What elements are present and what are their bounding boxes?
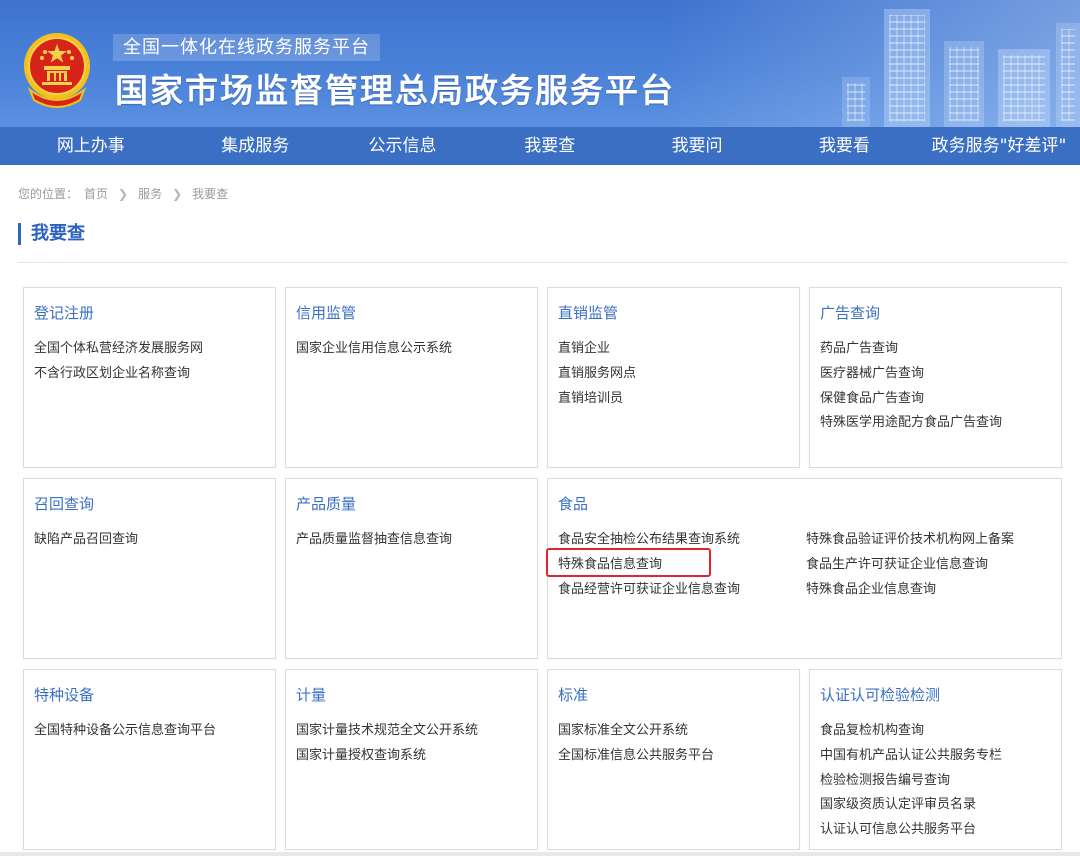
nav-item-online-service[interactable]: 网上办事	[0, 127, 182, 165]
card-link-list: 缺陷产品召回查询	[34, 528, 138, 553]
chevron-right-icon: ❯	[118, 186, 129, 201]
card-title[interactable]: 信用监管	[296, 302, 356, 323]
national-emblem-icon	[24, 33, 90, 108]
card-title[interactable]: 计量	[296, 684, 326, 705]
breadcrumb-current[interactable]: 我要查	[192, 185, 228, 202]
card-link[interactable]: 全国标准信息公共服务平台	[558, 744, 714, 769]
card-title[interactable]: 标准	[558, 684, 588, 705]
card-link-list: 全国特种设备公示信息查询平台	[34, 719, 216, 744]
site-title[interactable]: 国家市场监督管理总局政务服务平台	[115, 70, 675, 112]
building-graphic	[998, 49, 1050, 127]
card-credit-supervision: 信用监管 国家企业信用信息公示系统	[285, 287, 538, 468]
card-link-list: 全国个体私营经济发展服务网 不含行政区划企业名称查询	[34, 337, 203, 387]
card-link[interactable]: 不含行政区划企业名称查询	[34, 362, 203, 387]
card-link[interactable]: 国家计量技术规范全文公开系统	[296, 719, 478, 744]
breadcrumb: 您的位置： 首页 ❯ 服务 ❯ 我要查	[18, 185, 228, 202]
nav-item-ask[interactable]: 我要问	[623, 127, 770, 165]
card-link[interactable]: 特殊医学用途配方食品广告查询	[820, 411, 1002, 436]
main-nav: 网上办事 集成服务 公示信息 我要查 我要问 我要看 政务服务"好差评"	[0, 127, 1080, 165]
nav-item-evaluation[interactable]: 政务服务"好差评"	[918, 127, 1080, 165]
card-link[interactable]: 国家计量授权查询系统	[296, 744, 478, 769]
card-link-list: 国家企业信用信息公示系统	[296, 337, 452, 362]
card-title[interactable]: 认证认可检验检测	[820, 684, 940, 705]
breadcrumb-home-link[interactable]: 首页	[84, 185, 108, 202]
card-link[interactable]: 中国有机产品认证公共服务专栏	[820, 744, 1002, 769]
card-link[interactable]: 直销培训员	[558, 387, 636, 412]
card-link[interactable]: 全国个体私营经济发展服务网	[34, 337, 203, 362]
card-registration: 登记注册 全国个体私营经济发展服务网 不含行政区划企业名称查询	[23, 287, 276, 468]
building-graphic	[1056, 23, 1080, 127]
card-title[interactable]: 直销监管	[558, 302, 618, 323]
card-link[interactable]: 特殊食品验证评价技术机构网上备案	[806, 528, 1014, 553]
card-link[interactable]: 认证认可信息公共服务平台	[820, 818, 1002, 843]
building-graphic	[842, 77, 870, 127]
card-link[interactable]: 特殊食品企业信息查询	[806, 578, 1014, 603]
card-link-list: 国家标准全文公开系统 全国标准信息公共服务平台	[558, 719, 714, 769]
card-link[interactable]: 食品生产许可获证企业信息查询	[806, 553, 1014, 578]
building-graphic	[884, 9, 930, 127]
card-link[interactable]: 直销企业	[558, 337, 636, 362]
card-product-quality: 产品质量 产品质量监督抽查信息查询	[285, 478, 538, 659]
card-title[interactable]: 登记注册	[34, 302, 94, 323]
card-link[interactable]: 医疗器械广告查询	[820, 362, 1002, 387]
highlight-box	[546, 548, 711, 577]
card-link[interactable]: 药品广告查询	[820, 337, 1002, 362]
card-title[interactable]: 产品质量	[296, 493, 356, 514]
header-banner: 全国一体化在线政务服务平台 国家市场监督管理总局政务服务平台	[0, 0, 1080, 127]
nav-item-query[interactable]: 我要查	[476, 127, 623, 165]
building-graphic	[944, 41, 984, 127]
page-bottom-edge	[0, 852, 1080, 856]
card-link-list: 特殊食品验证评价技术机构网上备案 食品生产许可获证企业信息查询 特殊食品企业信息…	[806, 528, 1014, 602]
card-title[interactable]: 食品	[558, 493, 588, 514]
divider	[18, 262, 1068, 263]
card-link[interactable]: 全国特种设备公示信息查询平台	[34, 719, 216, 744]
page-title: 我要查	[18, 223, 85, 245]
breadcrumb-service-link[interactable]: 服务	[138, 185, 162, 202]
card-link[interactable]: 食品经营许可获证企业信息查询	[558, 578, 740, 603]
nav-item-view[interactable]: 我要看	[771, 127, 918, 165]
nav-item-public-info[interactable]: 公示信息	[329, 127, 476, 165]
card-link[interactable]: 直销服务网点	[558, 362, 636, 387]
card-ad-query: 广告查询 药品广告查询 医疗器械广告查询 保健食品广告查询 特殊医学用途配方食品…	[809, 287, 1062, 468]
card-recall-query: 召回查询 缺陷产品召回查询	[23, 478, 276, 659]
card-link[interactable]: 国家级资质认定评审员名录	[820, 793, 1002, 818]
card-title[interactable]: 特种设备	[34, 684, 94, 705]
card-metrology: 计量 国家计量技术规范全文公开系统 国家计量授权查询系统	[285, 669, 538, 850]
card-direct-selling: 直销监管 直销企业 直销服务网点 直销培训员	[547, 287, 800, 468]
card-link-list: 直销企业 直销服务网点 直销培训员	[558, 337, 636, 411]
card-link[interactable]: 缺陷产品召回查询	[34, 528, 138, 553]
platform-subtitle: 全国一体化在线政务服务平台	[113, 34, 380, 61]
chevron-right-icon: ❯	[172, 186, 183, 201]
card-link-list: 药品广告查询 医疗器械广告查询 保健食品广告查询 特殊医学用途配方食品广告查询	[820, 337, 1002, 436]
card-link[interactable]: 食品复检机构查询	[820, 719, 1002, 744]
card-link[interactable]: 产品质量监督抽查信息查询	[296, 528, 452, 553]
card-link-list: 食品复检机构查询 中国有机产品认证公共服务专栏 检验检测报告编号查询 国家级资质…	[820, 719, 1002, 843]
card-title[interactable]: 广告查询	[820, 302, 880, 323]
card-link[interactable]: 国家企业信用信息公示系统	[296, 337, 452, 362]
card-special-equipment: 特种设备 全国特种设备公示信息查询平台	[23, 669, 276, 850]
card-link-list: 产品质量监督抽查信息查询	[296, 528, 452, 553]
nav-item-integrated-service[interactable]: 集成服务	[182, 127, 329, 165]
card-link[interactable]: 保健食品广告查询	[820, 387, 1002, 412]
card-link-list: 国家计量技术规范全文公开系统 国家计量授权查询系统	[296, 719, 478, 769]
card-link[interactable]: 检验检测报告编号查询	[820, 769, 1002, 794]
card-title[interactable]: 召回查询	[34, 493, 94, 514]
breadcrumb-prefix: 您的位置：	[18, 187, 79, 201]
card-standards: 标准 国家标准全文公开系统 全国标准信息公共服务平台	[547, 669, 800, 850]
card-link[interactable]: 国家标准全文公开系统	[558, 719, 714, 744]
card-certification-inspection: 认证认可检验检测 食品复检机构查询 中国有机产品认证公共服务专栏 检验检测报告编…	[809, 669, 1062, 850]
